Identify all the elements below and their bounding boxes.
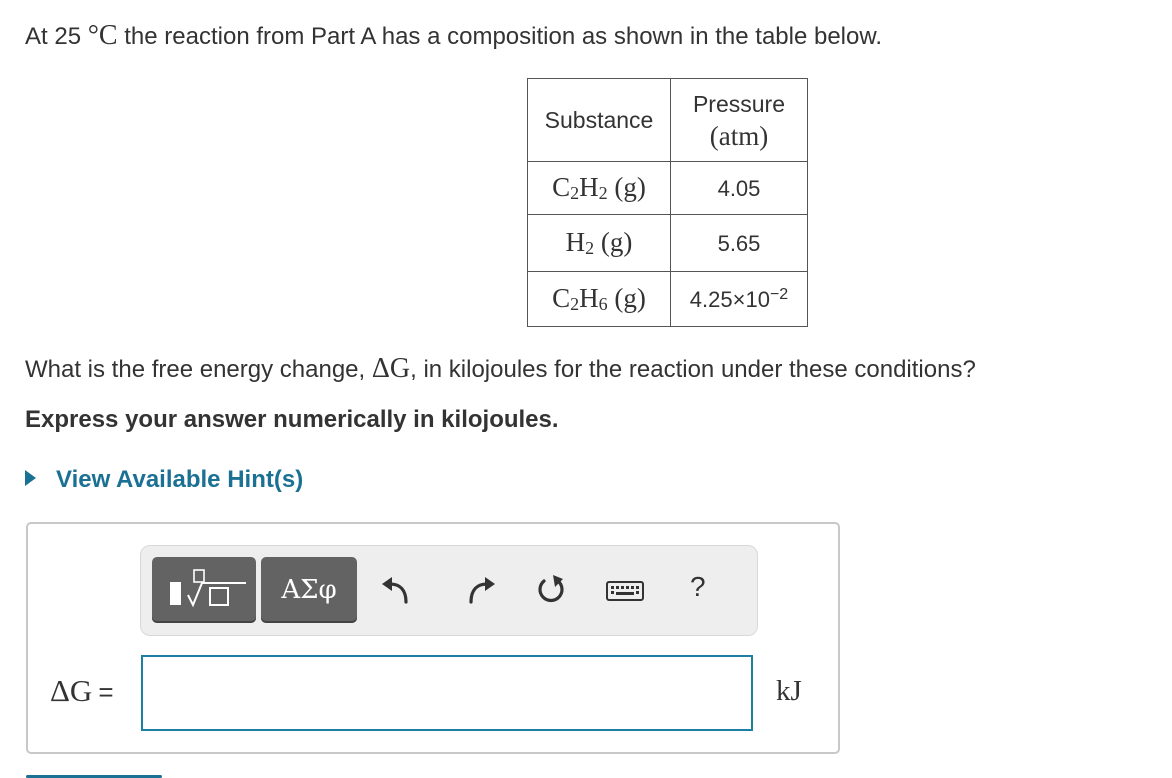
intro-suffix: the reaction from Part A has a compositi… [117,23,883,50]
answer-input[interactable] [141,655,753,731]
substance-header: Substance [527,78,671,162]
equals-sign: = [98,677,114,707]
answer-unit: kJ [776,675,802,707]
table-row: C2H6 (g) 4.25×10−2 [527,271,808,327]
table-row: H2 (g) 5.65 [527,214,808,272]
pressure-cell: 5.65 [670,214,808,272]
templates-button[interactable] [152,557,256,623]
composition-table: Substance Pressure (atm) C2H2 (g) 4.05 H… [527,78,808,327]
reset-icon[interactable] [533,572,569,608]
pressure-header-unit: (atm) [709,121,769,151]
pressure-cell: 4.05 [670,161,808,215]
substance-cell: C2H2 (g) [527,161,671,215]
delta-g-symbol: ΔG [371,353,411,384]
expand-triangle-icon [25,470,36,486]
answer-instruction: Express your answer numerically in kiloj… [25,406,559,433]
hint-link-label: View Available Hint(s) [56,466,304,493]
question-prefix: What is the free energy change, [25,356,372,383]
view-hints-link[interactable]: View Available Hint(s) [25,466,303,494]
help-button[interactable]: ? [690,571,706,603]
undo-icon[interactable] [378,572,414,608]
table-row: C2H2 (g) 4.05 [527,161,808,215]
substance-cell: C2H6 (g) [527,271,671,327]
substance-cell: H2 (g) [527,214,671,272]
answer-label: ΔG = [50,673,114,709]
pressure-header: Pressure (atm) [670,78,808,162]
answer-symbol: ΔG [50,673,93,708]
keyboard-icon[interactable] [605,572,645,608]
redo-icon[interactable] [463,572,499,608]
pressure-header-label: Pressure [692,91,786,117]
intro-prefix: At 25 [25,23,82,50]
greek-letters-button[interactable]: ΑΣφ [261,557,357,623]
templates-icon [170,569,246,608]
question-text: What is the free energy change, ΔG, in k… [25,353,976,385]
question-suffix: , in kilojoules for the reaction under t… [410,356,976,383]
table-header-row: Substance Pressure (atm) [527,78,808,162]
pressure-cell: 4.25×10−2 [670,271,808,327]
intro-text: At 25 °C the reaction from Part A has a … [25,20,882,52]
temperature-unit: °C [87,20,118,51]
